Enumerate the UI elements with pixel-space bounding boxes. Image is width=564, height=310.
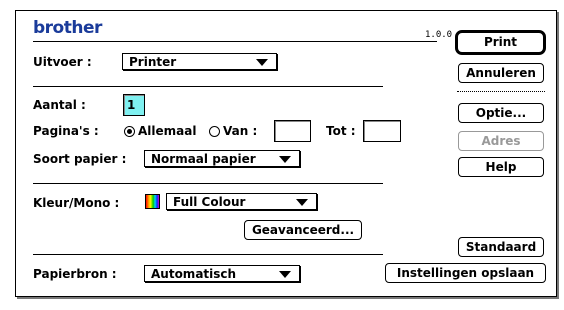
chevron-down-icon: [256, 59, 268, 66]
output-label: Uitvoer :: [33, 55, 92, 69]
print-button[interactable]: Print: [455, 30, 546, 55]
color-mode-select[interactable]: Full Colour: [166, 193, 317, 210]
paper-source-select[interactable]: Automatisch: [144, 265, 300, 282]
pages-from-input[interactable]: [274, 120, 311, 142]
output-select[interactable]: Printer: [122, 53, 277, 70]
copies-label: Aantal :: [33, 98, 86, 112]
paper-source-label: Papierbron :: [33, 267, 117, 281]
header-divider: [33, 41, 437, 42]
colour-palette-icon: [145, 194, 160, 209]
pages-all-label: Allemaal: [138, 124, 197, 138]
color-mode-label: Kleur/Mono :: [33, 196, 120, 210]
version-label: 1.0.0: [425, 30, 453, 40]
cancel-button[interactable]: Annuleren: [458, 63, 544, 83]
pages-label: Pagina's :: [33, 124, 99, 138]
print-dialog: brother 1.0.0 Uitvoer : Printer Aantal :…: [15, 10, 557, 297]
pages-all-radio[interactable]: [124, 126, 135, 137]
brother-logo: brother: [33, 18, 102, 38]
pages-range-radio[interactable]: [209, 126, 220, 137]
chevron-down-icon: [279, 271, 291, 278]
paper-source-select-value: Automatisch: [151, 267, 237, 281]
output-select-value: Printer: [129, 55, 177, 69]
section-divider-1: [33, 86, 383, 87]
advanced-button[interactable]: Geavanceerd...: [244, 220, 362, 240]
save-settings-button[interactable]: Instellingen opslaan: [385, 263, 546, 283]
chevron-down-icon: [279, 156, 291, 163]
dotted-separator: [457, 91, 545, 92]
paper-type-label: Soort papier :: [33, 152, 127, 166]
paper-type-select-value: Normaal papier: [151, 152, 256, 166]
color-mode-select-value: Full Colour: [173, 195, 246, 209]
options-button[interactable]: Optie...: [458, 103, 544, 123]
pages-from-label: Van :: [223, 124, 258, 138]
paper-type-select[interactable]: Normaal papier: [144, 150, 300, 167]
pages-to-label: Tot :: [326, 124, 356, 138]
chevron-down-icon: [296, 199, 308, 206]
pages-to-input[interactable]: [363, 120, 401, 142]
section-divider-2: [33, 183, 383, 184]
address-button[interactable]: Adres: [458, 131, 544, 151]
copies-input[interactable]: 1: [123, 94, 145, 116]
section-divider-3: [33, 254, 383, 255]
default-button[interactable]: Standaard: [458, 237, 544, 257]
help-button[interactable]: Help: [458, 157, 544, 177]
